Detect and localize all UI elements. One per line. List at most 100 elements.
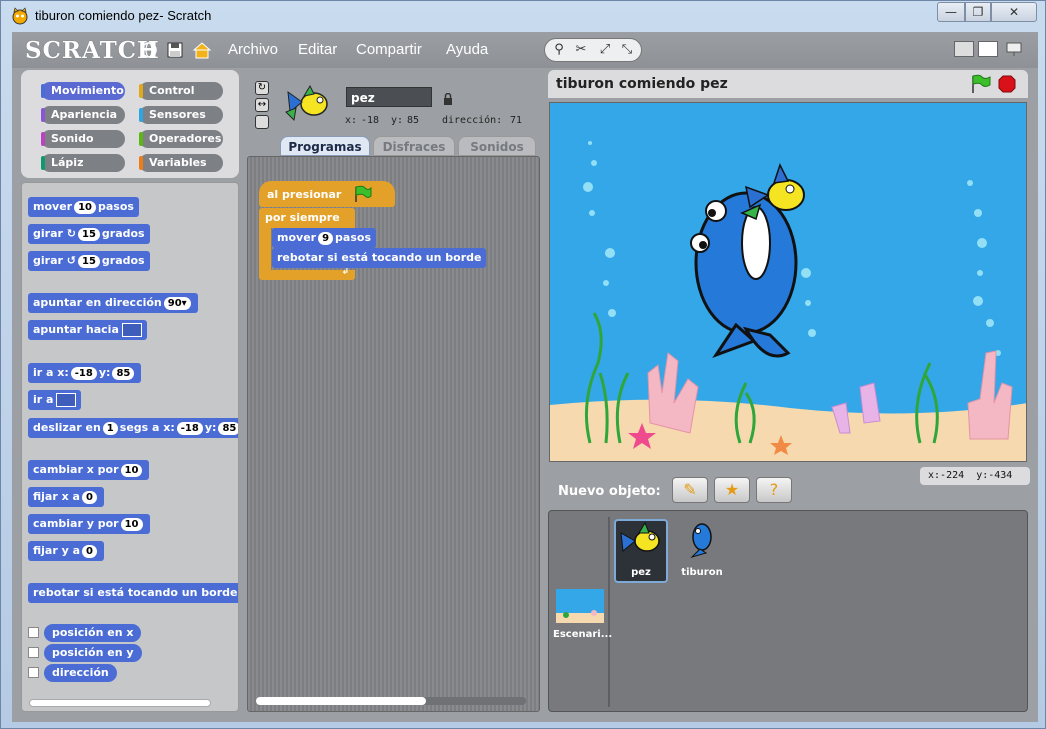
- block-bounce-script[interactable]: rebotar si está tocando un borde: [272, 248, 487, 268]
- choose-sprite-file-button[interactable]: ★: [714, 477, 750, 503]
- category-color-bar: [139, 156, 143, 170]
- scripts-scrollbar[interactable]: [256, 697, 526, 705]
- block-set-y[interactable]: fijar y a0: [28, 541, 104, 561]
- block-text: pasos: [98, 200, 134, 213]
- category-label: Sonido: [51, 132, 94, 145]
- block-input[interactable]: 85: [112, 367, 135, 380]
- block-input[interactable]: 85: [218, 422, 238, 435]
- block-point-towards[interactable]: apuntar hacia: [28, 320, 147, 340]
- project-title: tiburon comiendo pez: [556, 76, 728, 92]
- block-input[interactable]: 0: [81, 491, 97, 504]
- block-text: ir a x:: [33, 366, 69, 379]
- category-operadores[interactable]: Operadores: [139, 130, 223, 148]
- block-input[interactable]: -18: [70, 367, 97, 380]
- menu-compartir[interactable]: Compartir: [356, 41, 422, 58]
- stop-sign-icon[interactable]: [998, 75, 1016, 93]
- grow-icon[interactable]: ⤢: [597, 42, 613, 58]
- palette-scrollbar[interactable]: [29, 699, 211, 707]
- block-input[interactable]: 15: [77, 228, 100, 241]
- presentation-mode-icon[interactable]: [1004, 41, 1024, 57]
- window-title: tiburon comiendo pez- Scratch: [35, 8, 212, 23]
- green-flag-icon[interactable]: [970, 74, 992, 94]
- checkbox-y-position[interactable]: [28, 647, 39, 658]
- normal-stage-icon[interactable]: [978, 41, 998, 57]
- stage[interactable]: [549, 102, 1027, 462]
- category-sonido[interactable]: Sonido: [41, 130, 125, 148]
- block-change-x[interactable]: cambiar x por 10: [28, 460, 150, 480]
- category-sensores[interactable]: Sensores: [139, 106, 223, 124]
- lock-icon[interactable]: [443, 90, 453, 105]
- paint-new-sprite-button[interactable]: ✎: [672, 477, 708, 503]
- block-turn-left[interactable]: girar ↺ 15 grados: [28, 251, 150, 271]
- scrollbar-thumb[interactable]: [256, 697, 426, 705]
- block-change-y[interactable]: cambiar y por 10: [28, 514, 150, 534]
- block-when-flag-clicked[interactable]: al presionar: [259, 181, 395, 207]
- block-input[interactable]: 10: [120, 518, 143, 531]
- stage-thumbnail[interactable]: Escenari...: [553, 589, 612, 653]
- tab-sonidos[interactable]: Sonidos: [458, 136, 536, 156]
- small-stage-icon[interactable]: [954, 41, 974, 57]
- reporter-direction[interactable]: dirección: [44, 664, 117, 682]
- sprite-thumb-tiburon[interactable]: tiburon: [675, 521, 729, 585]
- checkbox-x-position[interactable]: [28, 627, 39, 638]
- block-move[interactable]: mover 10 pasos: [28, 197, 139, 217]
- block-set-x[interactable]: fijar x a0: [28, 487, 104, 507]
- category-variables[interactable]: Variables: [139, 154, 223, 172]
- block-point-direction[interactable]: apuntar en dirección 90▾: [28, 293, 198, 313]
- tab-disfraces[interactable]: Disfraces: [373, 136, 455, 156]
- block-text: cambiar x por: [33, 463, 119, 476]
- rotate-style-icon[interactable]: ↻: [255, 81, 269, 95]
- category-panel: Movimiento Control Apariencia Sensores S…: [21, 70, 239, 178]
- block-input[interactable]: 1: [102, 422, 118, 435]
- block-text: segs a x:: [119, 421, 175, 434]
- block-input[interactable]: -18: [176, 422, 203, 435]
- block-input[interactable]: 10: [74, 201, 96, 214]
- block-goto[interactable]: ir a: [28, 390, 82, 410]
- block-input[interactable]: 90▾: [163, 297, 191, 310]
- share-house-icon[interactable]: [192, 41, 212, 59]
- block-glide[interactable]: deslizar en 1 segs a x: -18 y: 85: [28, 418, 238, 438]
- flip-style-icon[interactable]: ↔: [255, 98, 269, 112]
- block-input[interactable]: 10: [120, 464, 143, 477]
- menu-editar[interactable]: Editar: [298, 41, 337, 58]
- forever-arm: [259, 228, 271, 270]
- delete-scissors-icon[interactable]: ✂: [573, 42, 589, 58]
- category-control[interactable]: Control: [139, 82, 223, 100]
- block-forever[interactable]: por siempre: [259, 208, 355, 228]
- no-rotate-icon[interactable]: [255, 115, 269, 129]
- checkbox-direction[interactable]: [28, 667, 39, 678]
- category-apariencia[interactable]: Apariencia: [41, 106, 125, 124]
- minimize-button[interactable]: —: [937, 2, 965, 22]
- shrink-icon[interactable]: ⤡: [619, 42, 635, 58]
- block-bounce[interactable]: rebotar si está tocando un borde: [28, 583, 238, 603]
- category-movimiento[interactable]: Movimiento: [41, 82, 125, 100]
- save-icon[interactable]: [166, 41, 184, 59]
- block-move-script[interactable]: mover 9 pasos: [272, 228, 376, 248]
- dropdown-input[interactable]: [121, 323, 142, 337]
- random-sprite-button[interactable]: ?: [756, 477, 792, 503]
- sprite-name-field[interactable]: pez: [346, 87, 432, 107]
- block-goto-xy[interactable]: ir a x: -18 y: 85: [28, 363, 142, 383]
- scripts-area[interactable]: al presionar por siempre ↲ mover 9 pasos r…: [247, 156, 540, 712]
- block-text: apuntar hacia: [33, 323, 119, 336]
- menu-archivo[interactable]: Archivo: [228, 41, 278, 58]
- close-button[interactable]: ✕: [991, 2, 1037, 22]
- dropdown-input[interactable]: [56, 393, 77, 407]
- block-input[interactable]: 9: [318, 232, 334, 245]
- block-input[interactable]: 0: [82, 545, 97, 558]
- scratch-cat-icon: [11, 7, 29, 25]
- tab-programas[interactable]: Programas: [280, 136, 370, 156]
- block-input[interactable]: 15: [77, 255, 100, 268]
- block-turn-right[interactable]: girar ↻ 15 grados: [28, 224, 150, 244]
- pez-thumb-image: [620, 521, 660, 552]
- new-sprite-bar: Nuevo objeto: ✎ ★ ?: [548, 469, 918, 505]
- menu-ayuda[interactable]: Ayuda: [446, 41, 488, 58]
- duplicate-stamp-icon[interactable]: ⚲: [551, 42, 567, 58]
- reporter-x-position[interactable]: posición en x: [44, 624, 142, 642]
- reporter-y-position[interactable]: posición en y: [44, 644, 142, 662]
- app-window: tiburon comiendo pez- Scratch — ❐ ✕ SCRA…: [0, 0, 1046, 729]
- sprite-thumb-pez[interactable]: pez: [614, 519, 668, 583]
- category-lapiz[interactable]: Lápiz: [41, 154, 125, 172]
- maximize-button[interactable]: ❐: [965, 2, 991, 22]
- globe-icon[interactable]: [140, 41, 158, 59]
